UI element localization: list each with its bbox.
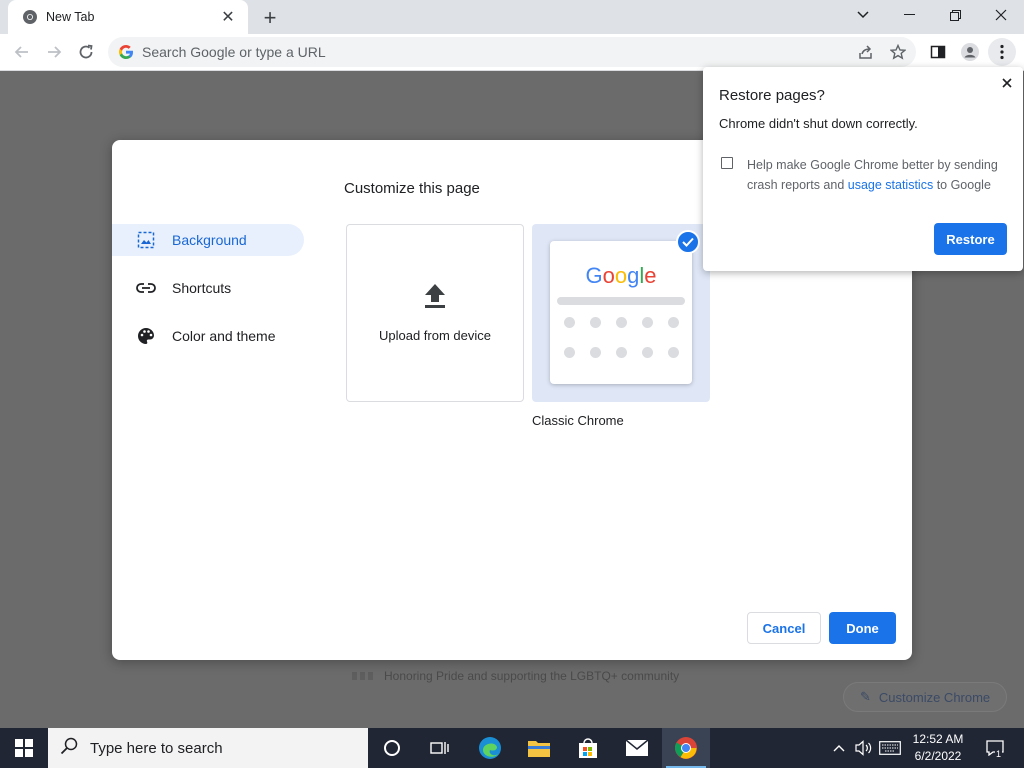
file-explorer-icon[interactable] <box>515 728 563 768</box>
omnibox-input[interactable] <box>142 44 742 60</box>
show-hidden-icons-icon[interactable] <box>830 728 848 768</box>
preview-shortcut-dot <box>590 347 601 358</box>
tab-strip: New Tab ✕ + <box>0 0 1024 34</box>
keyboard-icon[interactable] <box>877 728 903 768</box>
banner-text: Honoring Pride and supporting the LGBTQ+… <box>384 669 680 683</box>
share-icon[interactable] <box>852 38 880 66</box>
reload-icon <box>79 44 93 59</box>
upload-label: Upload from device <box>379 328 491 343</box>
chrome-menu-icon[interactable] <box>988 38 1016 66</box>
palette-icon <box>136 326 156 346</box>
upload-icon <box>424 283 446 312</box>
preview-shortcut-dot <box>642 347 653 358</box>
minimize-button[interactable] <box>886 0 932 30</box>
pride-flag-icon <box>352 672 374 680</box>
taskbar-search[interactable]: Type here to search <box>48 728 368 768</box>
doodle-banner[interactable]: Honoring Pride and supporting the LGBTQ+… <box>342 662 689 690</box>
back-arrow-icon <box>14 46 28 58</box>
google-g-icon <box>118 44 134 60</box>
clock-date: 6/2/2022 <box>914 749 962 763</box>
crash-report-label: Help make Google Chrome better by sendin… <box>747 158 998 192</box>
dialog-title: Customize this page <box>344 180 480 197</box>
reload-button[interactable] <box>72 38 100 66</box>
cancel-button[interactable]: Cancel <box>747 612 821 644</box>
notification-count-badge: 1 <box>995 749 1003 759</box>
preview-shortcut-dot <box>590 317 601 328</box>
pencil-icon: ✎ <box>860 689 871 704</box>
volume-icon[interactable] <box>852 728 874 768</box>
clock-time: 12:52 AM <box>912 732 964 746</box>
restore-button[interactable]: Restore <box>934 223 1007 255</box>
restore-window-button[interactable] <box>932 0 978 30</box>
preview-shortcut-dot <box>668 347 679 358</box>
close-window-button[interactable] <box>978 0 1024 30</box>
preview-shortcut-dot <box>642 317 653 328</box>
windows-logo-icon <box>15 739 33 757</box>
edge-icon[interactable] <box>466 728 514 768</box>
back-button[interactable] <box>8 38 36 66</box>
new-tab-button[interactable]: + <box>258 5 282 30</box>
google-logo: Google <box>585 263 657 288</box>
start-button[interactable] <box>0 728 48 768</box>
preview-shortcut-dot <box>668 317 679 328</box>
mail-icon[interactable] <box>613 728 661 768</box>
preview-shortcut-dot <box>564 317 575 328</box>
tab-search-button[interactable] <box>840 0 886 30</box>
customize-chrome-button[interactable]: ✎ Customize Chrome <box>843 682 1007 712</box>
preview-shortcut-dot <box>564 347 575 358</box>
forward-button[interactable] <box>40 38 68 66</box>
microsoft-store-icon[interactable] <box>564 728 612 768</box>
task-view-icon[interactable] <box>416 728 464 768</box>
image-icon <box>136 230 156 250</box>
chrome-favicon-icon <box>22 9 38 25</box>
taskbar-search-placeholder: Type here to search <box>90 739 223 757</box>
notification-center-icon[interactable]: 1 <box>980 728 1010 768</box>
link-icon <box>136 278 156 298</box>
chrome-taskbar-icon[interactable] <box>662 728 710 768</box>
sidebar-item-label: Shortcuts <box>172 280 232 296</box>
restore-pages-bubble: Restore pages? Chrome didn't shut down c… <box>703 67 1023 271</box>
customize-chrome-label: Customize Chrome <box>878 689 991 705</box>
preview-shortcut-dot <box>616 347 627 358</box>
omnibox[interactable] <box>108 37 916 67</box>
sidebar-item-background[interactable]: Background <box>112 224 304 256</box>
preview-search-bar <box>557 297 685 305</box>
tab-close-icon[interactable]: ✕ <box>218 7 238 27</box>
sidebar-item-shortcuts[interactable]: Shortcuts <box>112 272 304 304</box>
sidebar-item-label: Background <box>172 232 247 248</box>
classic-chrome-label: Classic Chrome <box>532 413 624 428</box>
browser-toolbar <box>0 34 1024 71</box>
usage-statistics-link[interactable]: usage statistics <box>848 178 933 192</box>
restore-message: Chrome didn't shut down correctly. <box>719 116 918 131</box>
selected-check-icon <box>676 230 700 254</box>
tab-title: New Tab <box>46 10 95 24</box>
sidebar-item-color-and-theme[interactable]: Color and theme <box>112 320 304 352</box>
tab-new-tab[interactable]: New Tab ✕ <box>8 0 248 34</box>
preview-shortcut-dot <box>616 317 627 328</box>
classic-chrome-preview: Google <box>550 241 692 384</box>
crash-report-checkbox[interactable] <box>721 157 733 169</box>
restore-title: Restore pages? <box>719 87 825 104</box>
system-clock[interactable]: 12:52 AM 6/2/2022 <box>906 731 970 765</box>
upload-from-device-tile[interactable]: Upload from device <box>346 224 524 402</box>
close-icon[interactable] <box>999 75 1015 91</box>
forward-arrow-icon <box>48 46 62 58</box>
search-icon <box>60 737 78 759</box>
bookmark-star-icon[interactable] <box>884 38 912 66</box>
done-button[interactable]: Done <box>829 612 896 644</box>
cortana-icon[interactable] <box>368 728 416 768</box>
windows-taskbar: Type here to search 12:52 AM 6/2/2022 1 <box>0 728 1024 768</box>
side-panel-icon[interactable] <box>924 38 952 66</box>
sidebar-item-label: Color and theme <box>172 328 276 344</box>
profile-avatar-icon[interactable] <box>956 38 984 66</box>
